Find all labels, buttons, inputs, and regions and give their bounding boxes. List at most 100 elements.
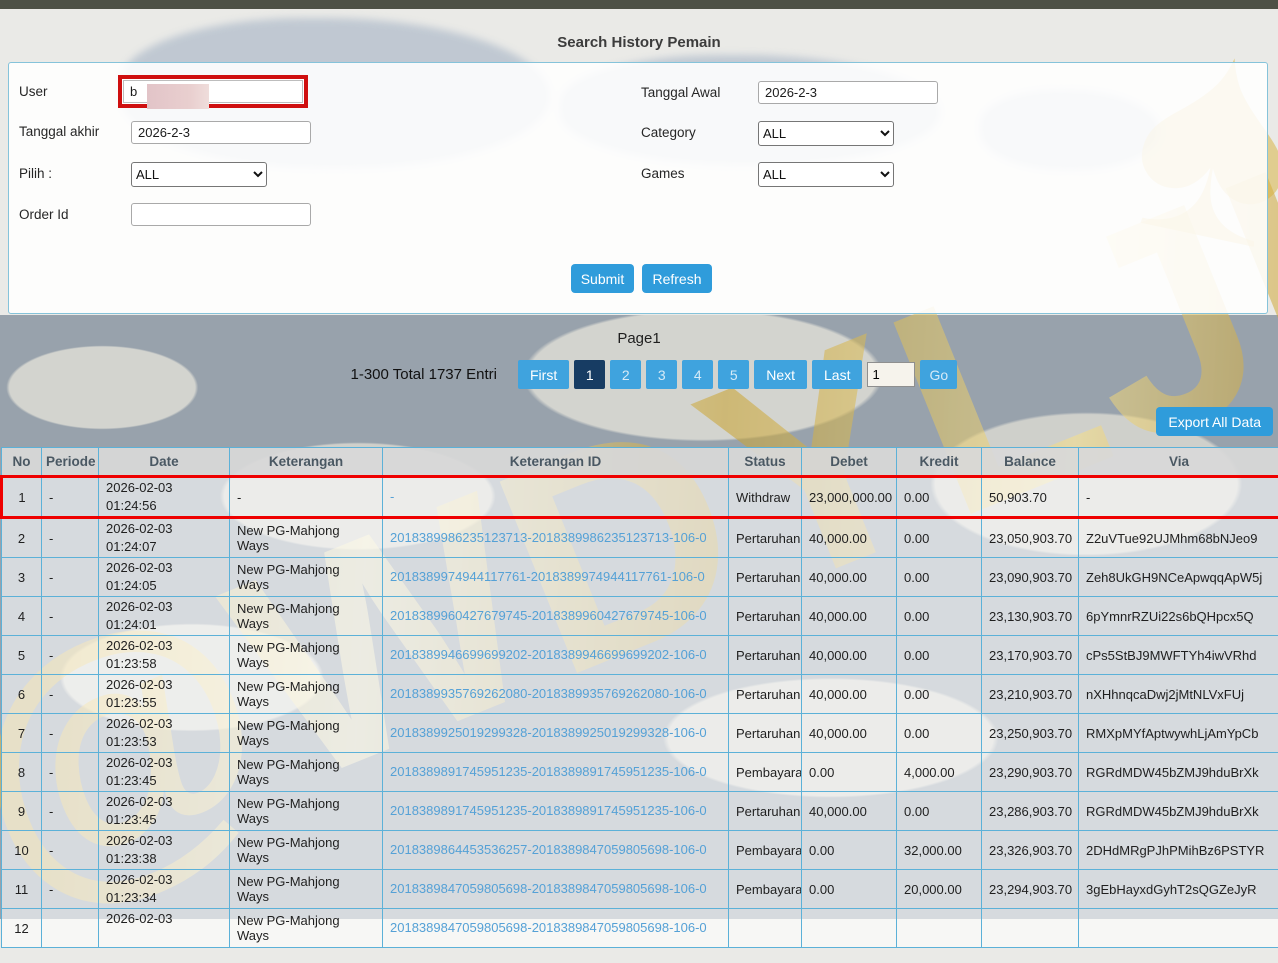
keterangan-id-link[interactable]: 2018389974944117761-2018389974944117761-… [390,568,721,586]
cell-periode [42,909,99,948]
cell-keterangan-id: - [383,477,729,518]
pilih-label: Pilih : [19,166,52,181]
cell-status: Pembayaran [729,870,802,909]
cell-kredit: 0.00 [897,792,982,831]
cell-no: 9 [2,792,42,831]
keterangan-id-link[interactable]: 2018389891745951235-2018389891745951235-… [390,763,721,781]
cell-date: 2026-02-0301:24:07 [99,518,230,558]
cell-via: RGRdMDW45bZMJ9hduBrXk [1079,753,1278,792]
keterangan-id-link[interactable]: 2018389925019299328-2018389925019299328-… [390,724,721,742]
keterangan-id-link[interactable]: 2018389891745951235-2018389891745951235-… [390,802,721,820]
cell-date: 2026-02-0301:23:55 [99,675,230,714]
date-text: 2026-02-03 [106,754,222,772]
tanggal-akhir-input[interactable] [131,121,311,144]
cell-date: 2026-02-0301:23:45 [99,753,230,792]
last-page-button[interactable]: Last [812,360,862,389]
cell-status: Withdraw [729,477,802,518]
cell-periode: - [42,792,99,831]
cell-keterangan: New PG-Mahjong Ways [230,675,383,714]
time-text: 01:23:55 [106,694,222,712]
cell-status: Pertaruhan [729,792,802,831]
cell-debet: 40,000.00 [802,636,897,675]
games-select[interactable]: ALL [758,162,894,187]
date-text: 2026-02-03 [106,520,222,538]
refresh-button[interactable]: Refresh [642,264,712,293]
cell-debet: 40,000.00 [802,714,897,753]
export-all-data-button[interactable]: Export All Data [1156,407,1273,436]
submit-button[interactable]: Submit [571,264,634,293]
cell-debet: 40,000.00 [802,518,897,558]
games-label: Games [641,166,685,181]
time-text: 01:24:05 [106,577,222,595]
user-input[interactable] [123,80,303,103]
table-header-row: NoPeriodeDateKeteranganKeterangan IDStat… [2,448,1278,477]
cell-kredit: 0.00 [897,518,982,558]
date-text: 2026-02-03 [106,598,222,616]
cell-via: nXHhnqcaDwj2jMtNLVxFUj [1079,675,1278,714]
goto-page-input[interactable] [867,362,915,387]
order-id-label: Order Id [19,207,69,222]
column-header-periode: Periode [42,448,99,477]
first-page-button[interactable]: First [518,360,569,389]
tanggal-akhir-label: Tanggal akhir [19,124,99,139]
column-header-status: Status [729,448,802,477]
cell-debet: 40,000.00 [802,597,897,636]
keterangan-id-link[interactable]: 2018389986235123713-2018389986235123713-… [390,529,721,547]
cell-kredit: 32,000.00 [897,831,982,870]
table-row: 5-2026-02-0301:23:58New PG-Mahjong Ways2… [2,636,1278,675]
cell-kredit: 0.00 [897,597,982,636]
cell-via: cPs5StBJ9MWFTYh4iwVRhd [1079,636,1278,675]
page-button-5[interactable]: 5 [718,360,749,389]
cell-keterangan: New PG-Mahjong Ways [230,792,383,831]
keterangan-id-link[interactable]: - [390,488,721,506]
cell-keterangan: New PG-Mahjong Ways [230,753,383,792]
keterangan-id-link[interactable]: 2018389946699699202-2018389946699699202-… [390,646,721,664]
keterangan-id-link[interactable]: 2018389864453536257-2018389847059805698-… [390,841,721,859]
cell-no: 5 [2,636,42,675]
cell-periode: - [42,518,99,558]
go-button[interactable]: Go [920,360,957,389]
cell-via: - [1079,477,1278,518]
keterangan-id-link[interactable]: 2018389935769262080-2018389935769262080-… [390,685,721,703]
tanggal-awal-input[interactable] [758,81,938,104]
cell-balance: 23,326,903.70 [982,831,1079,870]
pilih-select[interactable]: ALL [131,162,267,187]
page-button-1[interactable]: 1 [574,360,605,389]
time-text: 01:23:45 [106,811,222,829]
cell-keterangan-id: 2018389891745951235-2018389891745951235-… [383,792,729,831]
cell-balance [982,909,1079,948]
table-row: 6-2026-02-0301:23:55New PG-Mahjong Ways2… [2,675,1278,714]
category-label: Category [641,125,696,140]
cell-no: 7 [2,714,42,753]
keterangan-id-link[interactable]: 2018389960427679745-2018389960427679745-… [390,607,721,625]
date-text: 2026-02-03 [106,832,222,850]
cell-debet: 0.00 [802,831,897,870]
cell-via: 6pYmnrRZUi22s6bQHpcx5Q [1079,597,1278,636]
next-page-button[interactable]: Next [754,360,807,389]
cell-kredit: 0.00 [897,714,982,753]
time-text: 01:24:56 [106,497,222,515]
cell-keterangan-id: 2018389891745951235-2018389891745951235-… [383,753,729,792]
table-row: 4-2026-02-0301:24:01New PG-Mahjong Ways2… [2,597,1278,636]
cell-status: Pertaruhan [729,518,802,558]
column-header-balance: Balance [982,448,1079,477]
page-button-2[interactable]: 2 [610,360,641,389]
table-row: 11-2026-02-0301:23:34New PG-Mahjong Ways… [2,870,1278,909]
keterangan-id-link[interactable]: 2018389847059805698-2018389847059805698-… [390,919,721,937]
table-row: 10-2026-02-0301:23:38New PG-Mahjong Ways… [2,831,1278,870]
page-button-4[interactable]: 4 [682,360,713,389]
cell-keterangan: New PG-Mahjong Ways [230,909,383,948]
cell-debet: 40,000.00 [802,558,897,597]
column-header-no: No [2,448,42,477]
category-select[interactable]: ALL [758,121,894,146]
page-button-3[interactable]: 3 [646,360,677,389]
cell-keterangan: New PG-Mahjong Ways [230,558,383,597]
keterangan-id-link[interactable]: 2018389847059805698-2018389847059805698-… [390,880,721,898]
table-row: 2-2026-02-0301:24:07New PG-Mahjong Ways2… [2,518,1278,558]
order-id-input[interactable] [131,203,311,226]
cell-periode: - [42,558,99,597]
cell-via: RGRdMDW45bZMJ9hduBrXk [1079,792,1278,831]
column-header-date: Date [99,448,230,477]
cell-status: Pertaruhan [729,675,802,714]
cell-keterangan-id: 2018389847059805698-2018389847059805698-… [383,870,729,909]
